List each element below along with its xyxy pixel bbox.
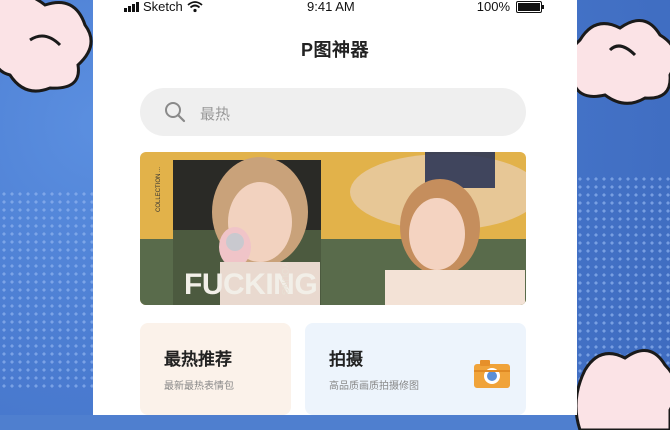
promo-banner[interactable]: FUCKING COLLECTION ... YOUNG: [140, 152, 526, 305]
banner-vertical-text: COLLECTION ...: [156, 166, 162, 212]
background-dots-left: [0, 190, 100, 390]
banner-headline: FUCKING: [184, 268, 318, 301]
search-icon: [165, 102, 186, 123]
card-title: 拍摄: [329, 350, 363, 369]
search-bar[interactable]: 最热: [140, 88, 526, 136]
status-time: 9:41 AM: [307, 0, 355, 14]
search-placeholder[interactable]: 最热: [200, 103, 230, 124]
cloud-bottom-right: [574, 349, 670, 430]
card-subtitle: 高品质画质拍摄修图: [329, 381, 419, 392]
status-left: Sketch: [124, 0, 203, 14]
page-title: P图神器: [300, 40, 369, 60]
wifi-icon: [187, 0, 203, 12]
cloud-top-left: [0, 0, 93, 93]
card-subtitle: 最新最热表情包: [164, 381, 234, 392]
battery-percent: 100%: [476, 0, 510, 14]
banner-model-right-image: [350, 152, 526, 305]
signal-icon: [124, 1, 139, 12]
card-hot-recommend[interactable]: 最热推荐 最新最热表情包: [140, 323, 291, 415]
phone-screen: Sketch 9:41 AM 100% P图神器 最热 FUCKING COLL…: [93, 0, 577, 415]
card-title: 最热推荐: [164, 350, 232, 369]
banner-side-text: YOUNG: [280, 262, 290, 296]
camera-icon: [474, 360, 510, 388]
status-bar: Sketch 9:41 AM 100%: [93, 0, 577, 16]
battery-icon: [516, 0, 544, 13]
card-shoot[interactable]: 拍摄 高品质画质拍摄修图: [305, 323, 526, 415]
status-right: 100%: [476, 0, 544, 14]
carrier-label: Sketch: [143, 0, 183, 14]
